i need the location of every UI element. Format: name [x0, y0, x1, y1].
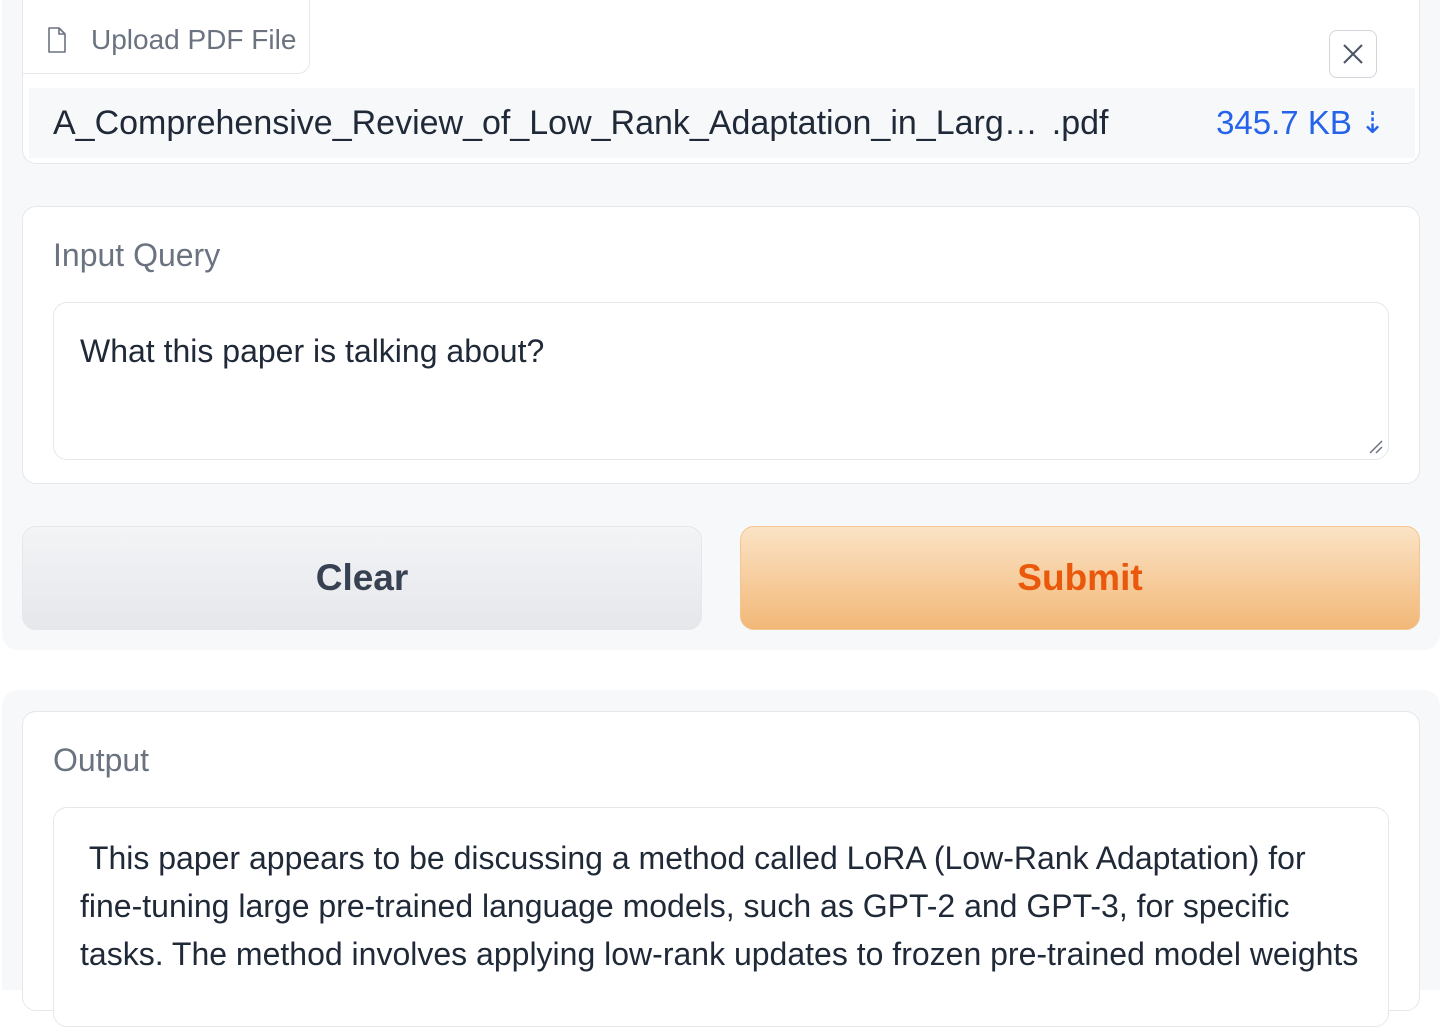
remove-file-button[interactable]: [1329, 30, 1377, 78]
output-textbox[interactable]: This paper appears to be discussing a me…: [53, 807, 1389, 1027]
output-block: Output This paper appears to be discussi…: [22, 711, 1420, 1027]
file-icon: [48, 26, 66, 53]
query-textarea[interactable]: What this paper is talking about?: [53, 302, 1389, 460]
file-size: 345.7 KB: [1216, 104, 1352, 141]
file-name: A_Comprehensive_Review_of_Low_Rank_Adapt…: [53, 103, 1038, 142]
clear-button[interactable]: Clear: [22, 526, 702, 630]
download-icon: ⇣: [1359, 106, 1385, 140]
upload-pdf-tab[interactable]: Upload PDF File: [22, 0, 310, 74]
close-icon: [1343, 44, 1363, 64]
output-label: Output: [53, 742, 150, 778]
file-size-download-link[interactable]: 345.7 KB ⇣: [1216, 104, 1385, 142]
input-query-block: Input Query What this paper is talking a…: [22, 206, 1420, 484]
uploaded-file-row: A_Comprehensive_Review_of_Low_Rank_Adapt…: [29, 88, 1415, 158]
input-query-label: Input Query: [53, 237, 221, 273]
upload-tab-label: Upload PDF File: [91, 23, 297, 55]
query-text: What this paper is talking about?: [80, 333, 545, 369]
resize-handle-icon[interactable]: [1368, 439, 1384, 455]
file-extension: .pdf: [1051, 103, 1109, 142]
submit-button[interactable]: Submit: [740, 526, 1420, 630]
